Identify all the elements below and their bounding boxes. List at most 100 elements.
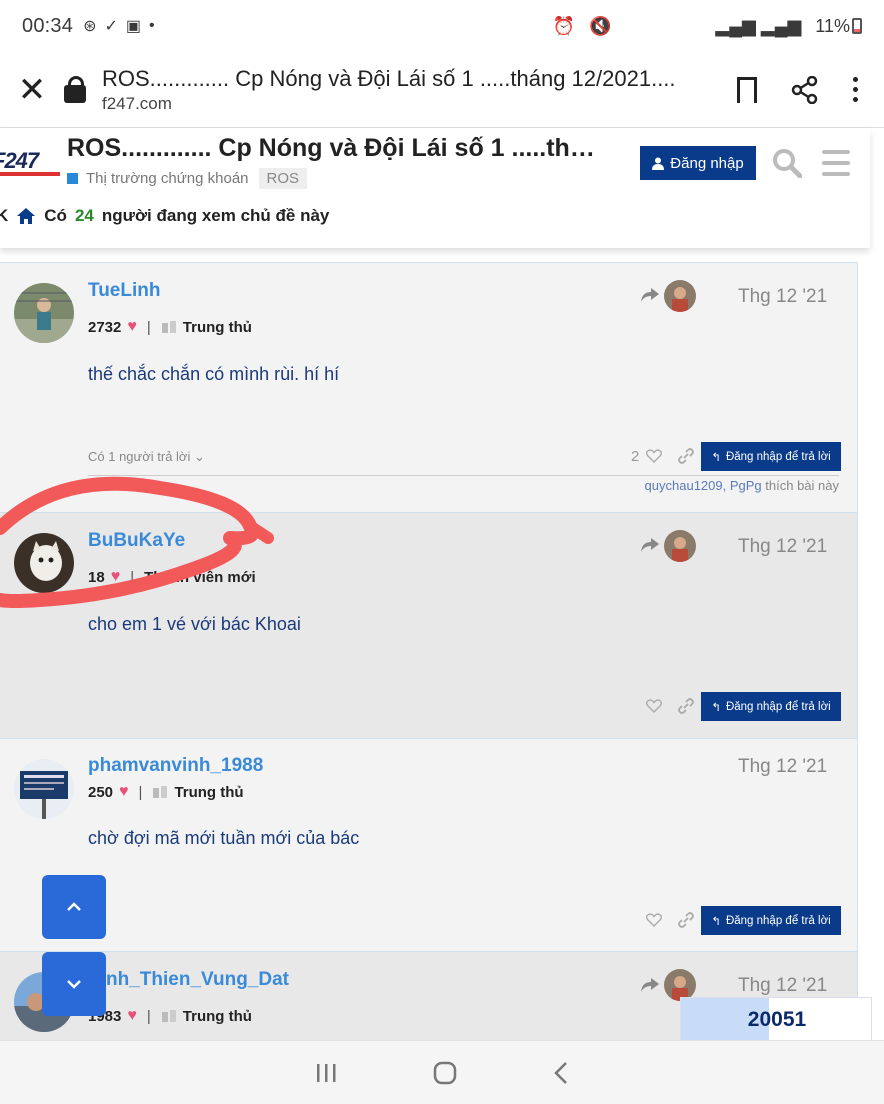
user-meta: 1983 ♥ | Trung thủ [88, 1007, 252, 1025]
scroll-up-button[interactable] [42, 875, 106, 939]
battery-icon [852, 18, 862, 34]
post-stream: TueLinh 2732 ♥ | Trung thủ Thg 12 '21 th… [0, 262, 858, 1061]
like-count: 2 [631, 448, 640, 465]
post-content: chờ đợi mã mới tuần mới của bác [88, 828, 360, 848]
post-counter[interactable]: 20051 [680, 997, 872, 1041]
battery-text: 11% [815, 15, 850, 36]
link-icon[interactable] [677, 697, 695, 715]
heart-icon: ♥ [119, 783, 129, 800]
reply-button[interactable]: ↰ Đăng nhập để trả lời [701, 906, 841, 935]
alarm-icon: ⏰ [552, 15, 575, 36]
divider [88, 475, 839, 476]
chevron-down-icon [67, 980, 81, 989]
screen: 00:34 ⊛ ✓ ▣ • ⏰ 🔇 ▂▄▆ ▂▄▆ 11% ✕ ROS.....… [0, 0, 884, 1104]
post-date[interactable]: Thg 12 '21 [738, 286, 827, 308]
back-icon[interactable] [553, 1061, 569, 1085]
link-icon[interactable] [677, 447, 695, 465]
reply-arrow-icon: ↰ [711, 915, 721, 928]
page-url: f247.com [102, 93, 172, 113]
post-date[interactable]: Thg 12 '21 [738, 975, 827, 997]
avatar[interactable] [14, 533, 74, 593]
viewers-suffix: người đang xem chủ đề này [101, 206, 330, 225]
replies-toggle[interactable]: Có 1 người trả lời ⌄ [88, 449, 205, 465]
site-logo[interactable]: F247 [0, 148, 60, 176]
post: TueLinh 2732 ♥ | Trung thủ Thg 12 '21 th… [0, 262, 858, 512]
username[interactable]: phamvanvinh_1988 [88, 755, 263, 777]
post-content: thế chắc chắn có mình rùi. hí hí [88, 364, 340, 384]
replies-toggle-label: Có 1 người trả lời [88, 449, 191, 464]
login-button[interactable]: Đăng nhập [640, 146, 756, 180]
username[interactable]: TueLinh [88, 280, 160, 302]
notification-icons: ⊛ ✓ ▣ • [83, 16, 155, 36]
viewers-prefix: Có [44, 206, 67, 225]
reply-button[interactable]: ↰ Đăng nhập để trả lời [701, 442, 841, 471]
topic-category: Thị trường chứng khoán ROS [67, 168, 308, 189]
user-title: Thành viên mới [144, 568, 256, 586]
username[interactable]: nh_Thien_Vung_Dat [106, 969, 289, 991]
reply-to-icon[interactable] [640, 537, 660, 553]
search-icon[interactable] [772, 148, 802, 178]
avatar[interactable] [14, 283, 74, 343]
user-title: Trung thủ [174, 783, 244, 801]
post: phamvanvinh_1988 250 ♥ | Trung thủ Thg 1… [0, 738, 858, 951]
heart-icon: ♥ [110, 568, 121, 585]
status-bar: 00:34 ⊛ ✓ ▣ • ⏰ 🔇 ▂▄▆ ▂▄▆ 11% [0, 0, 884, 52]
status-right: ⏰ 🔇 ▂▄▆ ▂▄▆ 11% [553, 16, 862, 37]
like-icon[interactable] [646, 913, 662, 927]
viewers-lead: K [0, 206, 9, 225]
address-area[interactable]: ROS............. Cp Nóng và Đội Lái số 1… [102, 66, 737, 114]
heart-icon: ♥ [127, 1007, 137, 1024]
login-label: Đăng nhập [670, 154, 744, 172]
share-icon[interactable] [791, 75, 819, 104]
liked-by-names[interactable]: quychau1209, PgPg [645, 478, 762, 493]
category-link[interactable]: Thị trường chứng khoán [86, 170, 249, 187]
chevron-up-icon [67, 902, 81, 911]
dot-icon: • [149, 17, 155, 34]
system-nav-bar [0, 1040, 884, 1104]
mute-icon: 🔇 [588, 15, 612, 36]
likes-received: 250 [88, 783, 114, 801]
close-icon[interactable]: ✕ [0, 70, 64, 110]
avatar[interactable] [14, 759, 74, 819]
scroll-down-button[interactable] [42, 952, 106, 1016]
like-icon[interactable] [646, 449, 662, 463]
book-icon [153, 786, 168, 798]
user-meta: 2732 ♥ | Trung thủ [88, 318, 252, 336]
user-meta: 250 ♥ | Trung thủ [88, 783, 244, 801]
home-icon[interactable] [16, 207, 36, 225]
book-icon [161, 321, 176, 333]
post-date[interactable]: Thg 12 '21 [738, 756, 827, 778]
liked-by-suffix: thích bài này [765, 478, 839, 493]
post-content: cho em 1 vé với bác Khoai [88, 614, 301, 634]
site-header: F247 ROS............. Cp Nóng và Đội Lái… [0, 128, 870, 248]
reply-arrow-icon: ↰ [711, 451, 721, 464]
reply-to-avatar[interactable] [664, 530, 696, 562]
signal-icon: ▂▄▆ ▂▄▆ [715, 15, 802, 36]
chevron-down-icon: ⌄ [193, 449, 205, 464]
likes-received: 18 [88, 568, 105, 586]
status-time: 00:34 [22, 14, 74, 37]
reply-to-icon[interactable] [640, 287, 660, 303]
reply-button[interactable]: ↰ Đăng nhập để trả lời [701, 692, 841, 721]
reply-to-avatar[interactable] [664, 280, 696, 312]
topic-title[interactable]: ROS............. Cp Nóng và Đội Lái số 1… [67, 134, 607, 163]
topic-tag[interactable]: ROS [258, 168, 308, 189]
viewers-count: 24 [74, 206, 94, 225]
username[interactable]: BuBuKaYe [88, 530, 185, 552]
lock-icon[interactable] [64, 75, 86, 103]
heart-icon: ♥ [127, 318, 137, 335]
bookmark-icon[interactable] [737, 76, 757, 107]
hamburger-menu-icon[interactable] [822, 150, 850, 176]
home-button-icon[interactable] [433, 1061, 457, 1085]
user-meta: 18 ♥ | Thành viên mới [88, 568, 256, 586]
recent-apps-icon[interactable] [315, 1063, 337, 1083]
app-icon: ▣ [125, 18, 141, 35]
reply-to-icon[interactable] [640, 977, 660, 993]
page-title: ROS............. Cp Nóng và Đội Lái số 1… [102, 65, 676, 91]
reply-label: Đăng nhập để trả lời [725, 914, 831, 927]
link-icon[interactable] [677, 911, 695, 929]
like-icon[interactable] [646, 699, 662, 713]
more-menu-icon[interactable] [853, 77, 858, 102]
reply-label: Đăng nhập để trả lời [725, 450, 831, 463]
post-date[interactable]: Thg 12 '21 [738, 536, 827, 558]
